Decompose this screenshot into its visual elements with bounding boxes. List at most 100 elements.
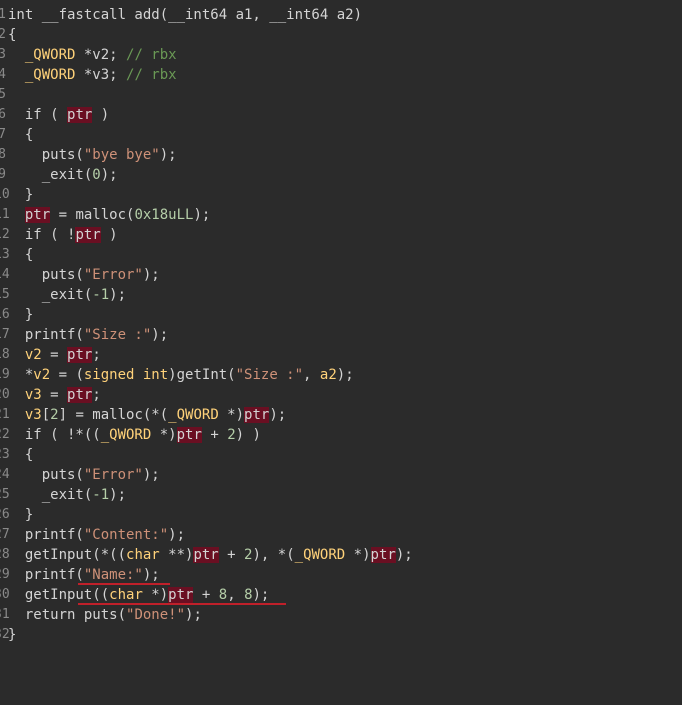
code-text[interactable]: _exit(-1); [8,485,126,505]
line-number: 5 [0,87,6,102]
code-text[interactable]: return puts("Done!"); [8,605,202,625]
line-number: 7 [0,127,6,142]
code-line[interactable]: 14 puts("Error"); [0,265,160,285]
line-number: 18 [0,347,10,362]
code-line[interactable]: 27 printf("Content:"); [0,525,185,545]
code-text[interactable]: v3[2] = malloc(*(_QWORD *)ptr); [8,405,286,425]
ptr-highlight[interactable]: ptr [244,407,270,423]
code-line[interactable]: 1 int __fastcall add(__int64 a1, __int64… [0,5,362,25]
line-number: 19 [0,367,10,382]
code-text[interactable]: ptr = malloc(0x18uLL); [8,205,210,225]
code-line[interactable]: 17 printf("Size :"); [0,325,168,345]
line-number: 25 [0,487,10,502]
code-line[interactable]: 19 *v2 = (signed int)getInt("Size :", a2… [0,365,354,385]
code-line[interactable]: 26 } [0,505,34,525]
code-line[interactable]: 9 _exit(0); [0,165,118,185]
code-text[interactable]: { [8,125,33,145]
ptr-highlight[interactable]: ptr [67,107,93,123]
line-number: 17 [0,327,10,342]
line-number: 30 [0,587,10,602]
ptr-highlight[interactable]: ptr [176,427,202,443]
code-line[interactable]: 5 [0,85,34,105]
line-number: 14 [0,267,10,282]
code-line[interactable]: 31 return puts("Done!"); [0,605,202,625]
code-text[interactable]: printf("Content:"); [8,525,185,545]
code-text[interactable]: { [8,445,33,465]
code-line[interactable]: 22 if ( !*((_QWORD *)ptr + 2) ) [0,425,261,445]
code-text[interactable]: } [8,625,16,645]
ptr-highlight[interactable]: ptr [67,387,93,403]
line-number: 3 [0,47,6,62]
code-text[interactable]: { [8,25,16,45]
code-text[interactable]: _QWORD *v3; // rbx [8,65,177,85]
code-text[interactable]: puts("Error"); [8,465,160,485]
code-text[interactable]: { [8,245,33,265]
code-text[interactable]: _exit(0); [8,165,118,185]
code-line[interactable]: 21 v3[2] = malloc(*(_QWORD *)ptr); [0,405,286,425]
line-number: 13 [0,247,10,262]
code-text[interactable]: } [8,505,33,525]
code-line[interactable]: 4 _QWORD *v3; // rbx [0,65,177,85]
code-text[interactable]: } [8,185,33,205]
code-line[interactable]: 23 { [0,445,34,465]
code-text[interactable]: if ( ptr ) [8,105,109,125]
code-line[interactable]: 8 puts("bye bye"); [0,145,177,165]
line-number: 9 [0,167,6,182]
code-line[interactable]: 3 _QWORD *v2; // rbx [0,45,177,65]
code-text[interactable]: v3 = ptr; [8,385,101,405]
line-number: 1 [0,7,6,22]
code-text[interactable]: getInput(*((char **)ptr + 2), *(_QWORD *… [8,545,413,565]
code-editor[interactable]: 1 int __fastcall add(__int64 a1, __int64… [0,0,682,649]
line-number: 26 [0,507,10,522]
line-number: 10 [0,187,10,202]
code-line[interactable]: 15 _exit(-1); [0,285,126,305]
code-line[interactable]: 13 { [0,245,34,265]
red-underline-annotation [78,603,286,605]
line-number: 20 [0,387,10,402]
line-number: 29 [0,567,10,582]
code-text[interactable]: _QWORD *v2; // rbx [8,45,177,65]
code-text[interactable]: if ( !ptr ) [8,225,118,245]
code-line[interactable]: 7 { [0,125,34,145]
line-number: 6 [0,107,6,122]
code-line[interactable]: 32 } [0,625,34,645]
code-line[interactable]: 29 printf("Name:"); [0,565,160,585]
code-line[interactable]: 24 puts("Error"); [0,465,160,485]
code-text[interactable]: v2 = ptr; [8,345,101,365]
code-text[interactable]: int __fastcall add(__int64 a1, __int64 a… [8,5,362,25]
code-line[interactable]: 12 if ( !ptr ) [0,225,118,245]
code-text[interactable]: printf("Name:"); [8,565,160,585]
line-number: 4 [0,67,6,82]
line-number: 15 [0,287,10,302]
code-line[interactable]: 28 getInput(*((char **)ptr + 2), *(_QWOR… [0,545,413,565]
ptr-highlight[interactable]: ptr [193,547,219,563]
code-line[interactable]: 16 } [0,305,34,325]
code-line[interactable]: 20 v3 = ptr; [0,385,101,405]
code-line[interactable]: 11 ptr = malloc(0x18uLL); [0,205,210,225]
code-text[interactable]: puts("Error"); [8,265,160,285]
code-line[interactable]: 2 { [0,25,34,45]
code-line[interactable]: 18 v2 = ptr; [0,345,101,365]
line-number: 22 [0,427,10,442]
code-line[interactable]: 30 getInput((char *)ptr + 8, 8); [0,585,269,605]
code-line[interactable]: 6 if ( ptr ) [0,105,109,125]
line-number: 2 [0,27,6,42]
red-underline-annotation [78,583,170,585]
line-number: 12 [0,227,10,242]
ptr-highlight[interactable]: ptr [370,547,396,563]
code-text[interactable]: puts("bye bye"); [8,145,177,165]
code-text[interactable]: _exit(-1); [8,285,126,305]
code-line[interactable]: 10 } [0,185,34,205]
ptr-highlight[interactable]: ptr [168,587,194,603]
code-line[interactable]: 25 _exit(-1); [0,485,126,505]
code-text[interactable]: printf("Size :"); [8,325,168,345]
code-text[interactable]: getInput((char *)ptr + 8, 8); [8,585,269,605]
line-number: 16 [0,307,10,322]
code-text[interactable]: if ( !*((_QWORD *)ptr + 2) ) [8,425,261,445]
ptr-highlight[interactable]: ptr [24,207,51,223]
ptr-highlight[interactable]: ptr [75,227,101,243]
line-number: 24 [0,467,10,482]
code-text[interactable]: } [8,305,33,325]
ptr-highlight[interactable]: ptr [67,347,93,363]
code-text[interactable]: *v2 = (signed int)getInt("Size :", a2); [8,365,354,385]
